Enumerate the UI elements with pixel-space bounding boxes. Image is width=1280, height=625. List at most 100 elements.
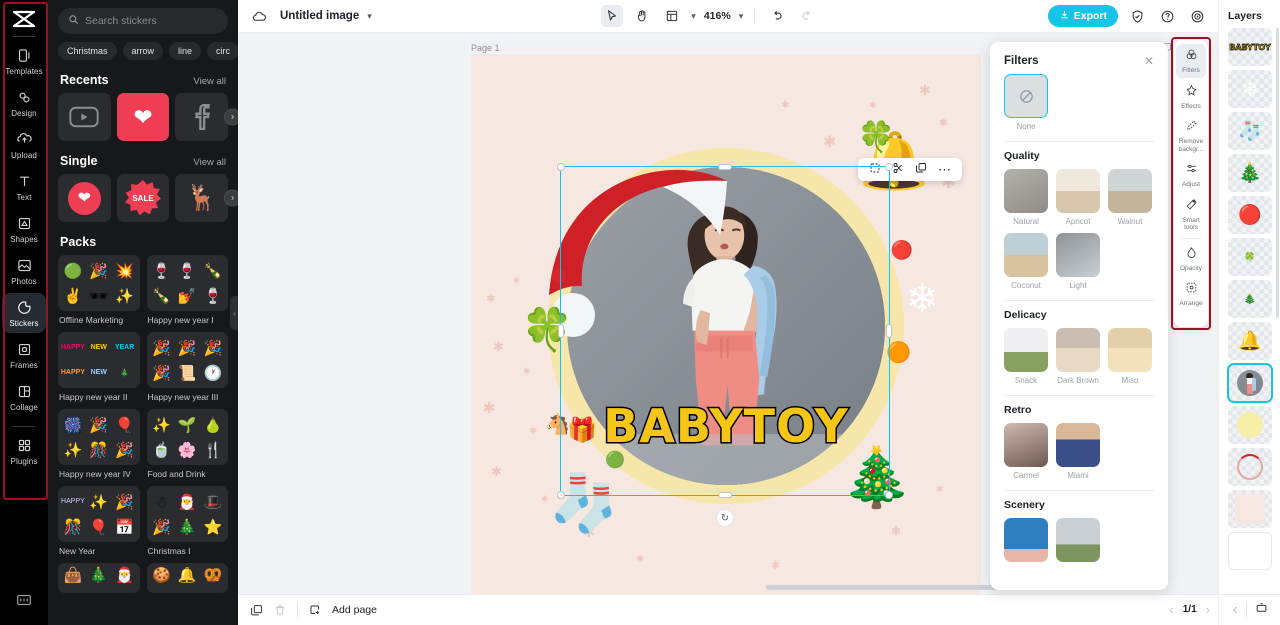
tool-remove-background[interactable]: Remove backgr...	[1176, 115, 1206, 156]
filter-thumb[interactable]	[1056, 423, 1100, 467]
layer-thumb-photo[interactable]	[1227, 363, 1273, 403]
filter-thumb[interactable]	[1056, 169, 1100, 213]
filter-thumb[interactable]	[1056, 328, 1100, 372]
document-title[interactable]: Untitled image	[280, 10, 359, 22]
resize-handle-top-middle[interactable]	[718, 164, 732, 170]
search-input[interactable]	[85, 15, 218, 27]
sticker-thumb[interactable]	[58, 93, 111, 141]
layer-thumb-candy-cane[interactable]: 🎄	[1228, 280, 1272, 318]
sidebar-item-text[interactable]: Text	[2, 167, 46, 207]
page-prev-icon[interactable]: ‹	[1232, 601, 1237, 619]
single-next-arrow[interactable]: ›	[224, 189, 238, 207]
filter-thumb[interactable]	[1108, 328, 1152, 372]
red-ornament-layer[interactable]: 🔴	[891, 241, 913, 259]
pack-card[interactable]: 🎉 🎉 🎉 🎉 📜 🕐 Happy new year III	[146, 332, 228, 402]
chevron-down-icon[interactable]: ▾	[367, 11, 372, 22]
layer-thumb-red-ornament[interactable]: 🔴	[1228, 196, 1272, 234]
tool-arrange[interactable]: Arrange	[1176, 277, 1206, 311]
filter-item[interactable]: Dark Brown	[1056, 328, 1100, 385]
page-prev-button[interactable]: ‹	[1169, 602, 1173, 617]
zoom-chevron-down-icon[interactable]: ▾	[739, 11, 744, 22]
recents-view-all[interactable]: View all	[193, 76, 226, 87]
search-tag-arrow[interactable]: arrow	[122, 42, 164, 60]
filter-item[interactable]: Snack	[1004, 328, 1048, 385]
resize-handle-top-left[interactable]	[557, 163, 565, 171]
layer-thumb-bells[interactable]: 🔔	[1228, 322, 1272, 360]
filter-item[interactable]: Miso	[1108, 328, 1152, 385]
settings-icon[interactable]	[1186, 5, 1208, 27]
zoom-level[interactable]: 416%	[704, 10, 731, 22]
search-tag-circle[interactable]: circ	[207, 42, 238, 60]
layer-thumb-snowflake[interactable]: ❄	[1228, 70, 1272, 108]
resize-handle-bottom-left[interactable]	[557, 491, 565, 499]
layer-thumb-stocking[interactable]: 🧦	[1228, 112, 1272, 150]
filter-item[interactable]: Coconut	[1004, 233, 1048, 290]
resize-handle-right-middle[interactable]	[886, 324, 892, 338]
sidebar-item-shapes[interactable]: Shapes	[2, 209, 46, 249]
add-page-icon[interactable]	[309, 604, 321, 616]
sidebar-item-upload[interactable]: Upload	[2, 125, 46, 165]
filter-item[interactable]: Walnut	[1108, 169, 1152, 226]
sticker-thumb[interactable]: ❤	[116, 93, 170, 141]
duplicate-page-icon[interactable]	[250, 604, 263, 617]
filters-body[interactable]: None Quality Natural Apricot Walnut Coco…	[990, 74, 1168, 582]
pack-card[interactable]: 🎆 🎉 🎈 ✨ 🎊 🎉 Happy new year IV	[58, 409, 140, 479]
holly-top-right-layer[interactable]: 🍀	[858, 123, 895, 153]
layout-tool-button[interactable]	[661, 5, 683, 27]
single-view-all[interactable]: View all	[193, 157, 226, 168]
duplicate-icon[interactable]	[915, 161, 927, 179]
add-page-label[interactable]: Add page	[332, 604, 377, 616]
cutout-icon[interactable]	[892, 161, 904, 179]
rotate-icon[interactable]: ↻	[716, 509, 734, 527]
filter-thumb[interactable]	[1004, 233, 1048, 277]
export-button[interactable]: Export	[1047, 5, 1119, 27]
redo-button[interactable]	[796, 5, 818, 27]
capcut-logo[interactable]	[11, 9, 37, 29]
recents-next-arrow[interactable]: ›	[224, 108, 238, 126]
page-next-button[interactable]: ›	[1206, 602, 1210, 617]
layer-thumb-yellow-circle[interactable]	[1228, 406, 1272, 444]
filter-thumb[interactable]	[1056, 233, 1100, 277]
no-filter-icon[interactable]	[1004, 74, 1048, 118]
pack-card[interactable]: 🍪 🔔 🥨	[146, 563, 228, 593]
sticker-thumb[interactable]: 🦌	[175, 174, 229, 222]
filter-item[interactable]: Light	[1056, 233, 1100, 290]
more-icon[interactable]: ⋯	[938, 163, 951, 176]
resize-handle-left-middle[interactable]	[558, 324, 564, 338]
sidebar-item-photos[interactable]: Photos	[2, 251, 46, 291]
tool-adjust[interactable]: Adjust	[1176, 158, 1206, 192]
filter-thumb[interactable]	[1004, 169, 1048, 213]
filter-item[interactable]: Carmel	[1004, 423, 1048, 480]
pack-card[interactable]: 👜 🎄 🎅	[58, 563, 140, 593]
tool-smart-tools[interactable]: Smart tools	[1176, 194, 1206, 235]
sidebar-item-frames[interactable]: Frames	[2, 335, 46, 375]
selection-frame[interactable]: ↻	[557, 163, 893, 527]
resize-handle-top-right[interactable]	[885, 163, 893, 171]
sticker-thumb[interactable]: SALE	[116, 174, 170, 222]
sidebar-item-collage[interactable]: Collage	[2, 377, 46, 417]
search-box[interactable]	[58, 8, 228, 34]
filter-none[interactable]: None	[1004, 74, 1048, 131]
filter-thumb[interactable]	[1004, 328, 1048, 372]
keyboard-shortcuts-icon[interactable]	[17, 593, 32, 611]
layer-thumb-background-pattern[interactable]	[1228, 490, 1272, 528]
pack-card[interactable]: HAPPY NEW YEAR HAPPY NEW 🎄 Happy new year II	[58, 332, 140, 402]
help-icon[interactable]	[1156, 5, 1178, 27]
filter-thumb[interactable]	[1004, 518, 1048, 562]
close-icon[interactable]: ✕	[1144, 54, 1154, 68]
tool-opacity[interactable]: Opacity	[1176, 242, 1206, 276]
filter-item[interactable]: Miami	[1056, 423, 1100, 480]
filter-thumb[interactable]	[1004, 423, 1048, 467]
layer-thumb-text-babytoy[interactable]: BABYTOY	[1228, 28, 1272, 66]
filter-item[interactable]: Natural	[1004, 169, 1048, 226]
filter-thumb[interactable]	[1108, 169, 1152, 213]
panel-collapse-handle[interactable]: ‹	[230, 296, 238, 330]
filter-item[interactable]	[1004, 518, 1048, 562]
layer-thumb-christmas-tree[interactable]: 🎄	[1228, 154, 1272, 192]
sidebar-item-templates[interactable]: Templates	[2, 41, 46, 81]
pack-card[interactable]: HAPPY ✨ 🎉 🎊 🎈 📅 New Year	[58, 486, 140, 556]
search-tag-christmas[interactable]: Christmas	[58, 42, 117, 60]
sidebar-item-design[interactable]: Design	[2, 83, 46, 123]
layer-thumb-holly-small[interactable]: 🍀	[1228, 238, 1272, 276]
pack-card[interactable]: ☃ 🎅 🎩 🎉 🎄 ⭐ Christmas I	[146, 486, 228, 556]
